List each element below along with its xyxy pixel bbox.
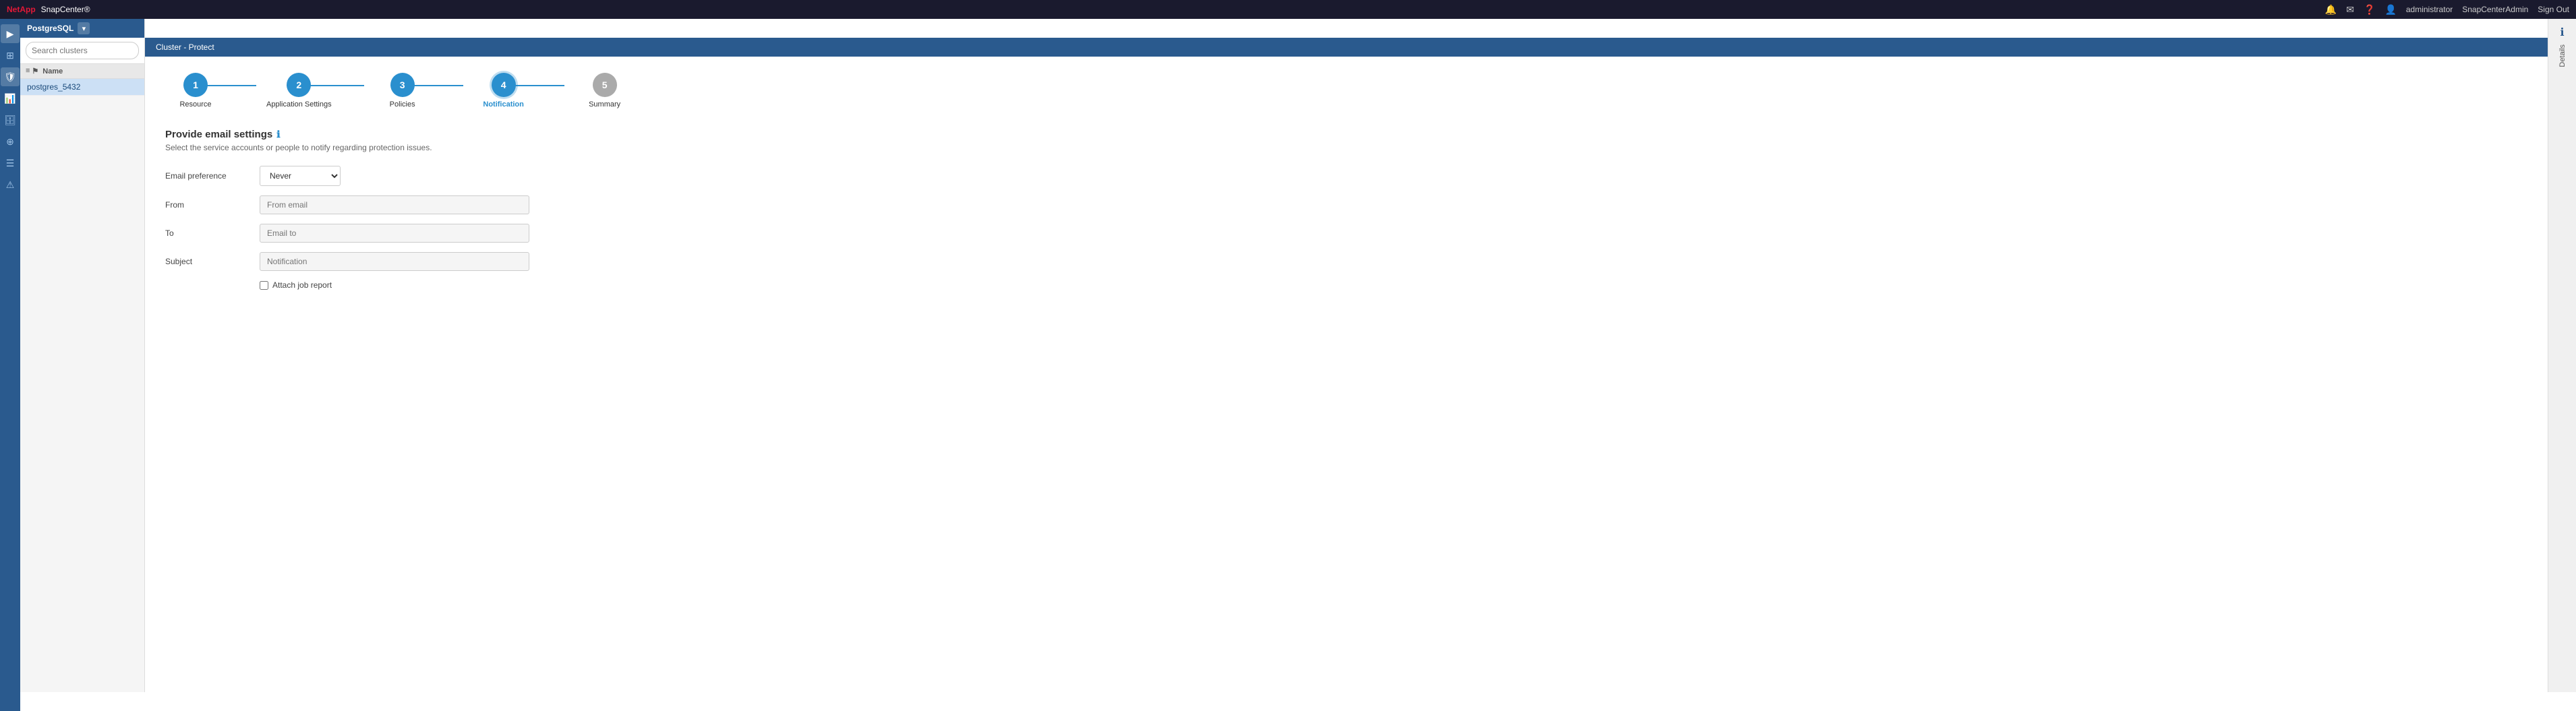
panel-title: PostgreSQL: [27, 24, 74, 33]
search-input[interactable]: [26, 42, 139, 59]
step-3-label: Policies: [390, 100, 415, 109]
cluster-list-item[interactable]: postgres_5432: [20, 79, 144, 96]
step-3[interactable]: 3 Policies: [372, 73, 433, 109]
left-panel-header: PostgreSQL ▾: [20, 19, 144, 38]
breadcrumb-bar: Cluster - Protect ×: [145, 38, 2576, 57]
from-input[interactable]: [260, 195, 529, 214]
layers-icon[interactable]: ⊕: [1, 132, 20, 151]
product-name: SnapCenter®: [41, 5, 90, 14]
step-1-label: Resource: [179, 100, 211, 109]
user-label: administrator: [2406, 5, 2453, 14]
bell-icon[interactable]: 🔔: [2325, 4, 2337, 16]
attach-report-label[interactable]: Attach job report: [272, 280, 332, 290]
section-desc: Select the service accounts or people to…: [165, 143, 2527, 152]
chart-icon[interactable]: 📊: [1, 89, 20, 108]
top-bar: NetApp SnapCenter® 🔔 ✉ ❓ 👤 administrator…: [0, 0, 2576, 19]
step-5[interactable]: 5 Summary: [575, 73, 635, 109]
mail-icon[interactable]: ✉: [2346, 4, 2354, 16]
breadcrumb: Cluster - Protect: [156, 42, 214, 52]
step-2-label: Application Settings: [266, 100, 332, 109]
step-5-label: Summary: [589, 100, 620, 109]
left-panel: PostgreSQL ▾ ≡ ⚑ Name postgres_5432: [20, 19, 145, 692]
main-content: Cluster - Protect × 1 Resource 2 Applica…: [145, 38, 2576, 711]
steps-container: 1 Resource 2 Application Settings 3 Poli: [165, 73, 2527, 109]
expand-icon[interactable]: ▶: [1, 24, 20, 43]
step-2-circle: 2: [287, 73, 311, 97]
subject-label: Subject: [165, 257, 260, 266]
email-preference-row: Email preference Never On Failure On Fai…: [165, 166, 2527, 186]
step-4-label: Notification: [483, 100, 524, 109]
to-label: To: [165, 228, 260, 238]
step-1[interactable]: 1 Resource: [165, 73, 226, 109]
email-preference-select[interactable]: Never On Failure On Failure or Warning A…: [260, 166, 341, 186]
attach-report-row: Attach job report: [260, 280, 2527, 290]
flag-icon[interactable]: ⚑: [32, 67, 38, 75]
section-info-icon[interactable]: ℹ: [276, 129, 280, 140]
from-row: From: [165, 195, 2527, 214]
details-label: Details: [2558, 44, 2567, 67]
step-5-circle: 5: [593, 73, 617, 97]
list-icon[interactable]: ☰: [1, 154, 20, 173]
list-view-icon[interactable]: ≡: [26, 67, 30, 75]
db-icon[interactable]: 🗄: [1, 111, 20, 129]
wizard-area: 1 Resource 2 Application Settings 3 Poli: [145, 57, 2548, 711]
info-icon: ℹ: [2560, 26, 2564, 39]
step-3-circle: 3: [390, 73, 415, 97]
user-account[interactable]: SnapCenterAdmin: [2462, 5, 2528, 14]
subject-row: Subject: [165, 252, 2527, 271]
alert-icon[interactable]: ⚠: [1, 175, 20, 194]
shield-icon[interactable]: 🛡: [1, 67, 20, 86]
help-icon[interactable]: ❓: [2364, 4, 2375, 16]
panel-dropdown-btn[interactable]: ▾: [78, 22, 90, 34]
search-box: [20, 38, 144, 64]
section-title: Provide email settings ℹ: [165, 129, 2527, 140]
signout-link[interactable]: Sign Out: [2538, 5, 2569, 14]
attach-report-checkbox[interactable]: [260, 281, 268, 290]
details-sidebar: ℹ Details: [2548, 19, 2576, 692]
to-input[interactable]: [260, 224, 529, 243]
name-column-header: Name: [42, 67, 63, 75]
to-row: To: [165, 224, 2527, 243]
netapp-logo: NetApp: [7, 5, 36, 14]
subject-input[interactable]: [260, 252, 529, 271]
step-1-circle: 1: [183, 73, 208, 97]
sidebar-icons: ▶ ⊞ 🛡 📊 🗄 ⊕ ☰ ⚠: [0, 19, 20, 711]
step-4-circle: 4: [492, 73, 516, 97]
apps-icon[interactable]: ⊞: [1, 46, 20, 65]
user-icon[interactable]: 👤: [2384, 4, 2396, 16]
table-header: ≡ ⚑ Name: [20, 64, 144, 79]
step-2[interactable]: 2 Application Settings: [266, 73, 332, 109]
step-4[interactable]: 4 Notification: [473, 73, 534, 109]
from-label: From: [165, 200, 260, 210]
email-preference-label: Email preference: [165, 171, 260, 181]
